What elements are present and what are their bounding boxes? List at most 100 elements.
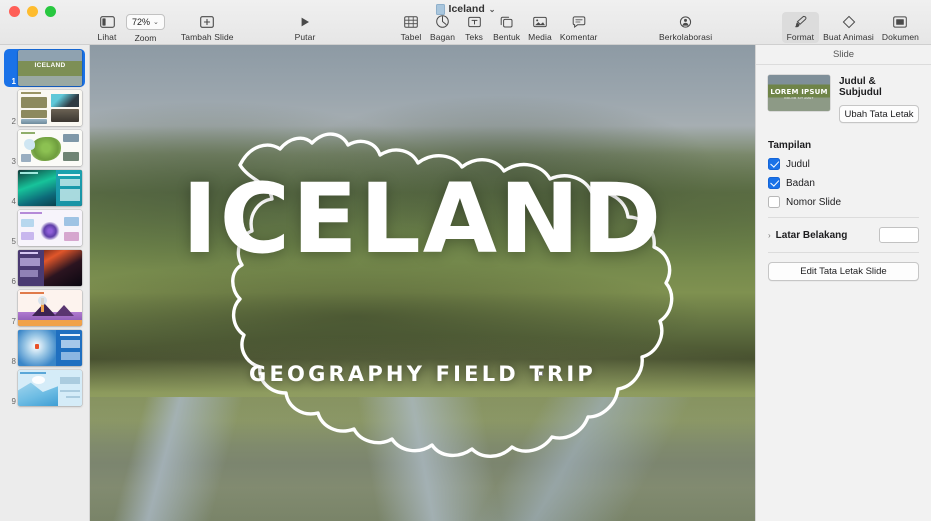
checkbox-nomor-slide-label: Nomor Slide <box>786 196 842 208</box>
checkbox-judul[interactable] <box>768 158 780 170</box>
toolbar-left-group: Lihat 72% ⌄ Zoom Tambah Slide <box>92 14 238 43</box>
slide-thumbnail-image <box>18 290 82 326</box>
slide-number: 6 <box>11 277 16 286</box>
divider <box>768 217 919 218</box>
zoom-popup[interactable]: 72% ⌄ <box>126 14 165 30</box>
appearance-option-judul[interactable]: Judul <box>768 158 919 170</box>
insert-comment-label: Komentar <box>559 32 598 42</box>
slide-thumbnail-9[interactable]: 9 <box>4 369 85 407</box>
document-button-label: Dokumen <box>881 32 919 42</box>
slide-number: 8 <box>11 357 16 366</box>
toolbar-right-group: Format Buat Animasi Dokumen <box>781 12 923 43</box>
slide-thumbnail-4[interactable]: 4 <box>4 169 85 207</box>
toolbar-collaborate-group: Berkolaborasi <box>655 14 716 42</box>
slide-content[interactable]: ICELAND GEOGRAPHY FIELD TRIP <box>90 45 755 521</box>
layout-preview-thumbnail[interactable]: LOREM IPSUM DOLOR SIT AMET <box>768 75 830 111</box>
add-slide-label: Tambah Slide <box>180 32 234 42</box>
view-button-label: Lihat <box>97 32 117 42</box>
appearance-option-nomor-slide[interactable]: Nomor Slide <box>768 196 919 208</box>
document-button[interactable]: Dokumen <box>878 14 923 42</box>
slide-number: 2 <box>11 117 16 126</box>
main-area: 1 2 3 <box>0 45 931 521</box>
selection-handle[interactable] <box>538 371 543 376</box>
insert-chart-button[interactable]: Bagan <box>426 14 459 42</box>
zoom-control[interactable]: 72% ⌄ Zoom <box>122 14 169 43</box>
checkbox-badan[interactable] <box>768 177 780 189</box>
slide-navigator[interactable]: 1 2 3 <box>0 45 90 521</box>
toolbar: Iceland ⌄ Lihat 72% ⌄ Zoom Tambah Slide … <box>0 0 931 45</box>
slide-title-text[interactable]: ICELAND <box>90 170 755 266</box>
collaborate-button[interactable]: Berkolaborasi <box>655 14 716 42</box>
inspector-tab-bar[interactable]: Slide <box>756 45 931 65</box>
document-icon <box>435 3 445 15</box>
animate-button[interactable]: Buat Animasi <box>819 14 878 42</box>
slide-thumbnail-image <box>18 210 82 246</box>
layout-thumb-subtitle: DOLOR SIT AMET <box>784 95 814 100</box>
chevron-right-icon[interactable]: › <box>768 231 771 240</box>
play-button[interactable]: Putar <box>290 14 320 42</box>
slide-thumbnail-7[interactable]: 7 <box>4 289 85 327</box>
divider <box>768 252 919 253</box>
table-icon <box>404 14 418 29</box>
slide-number: 1 <box>11 77 16 86</box>
zoom-label: Zoom <box>134 33 157 43</box>
slide-thumbnail-8[interactable]: 8 <box>4 329 85 367</box>
tab-slide[interactable]: Slide <box>833 49 854 60</box>
insert-media-button[interactable]: Media <box>524 14 556 42</box>
animate-diamond-icon <box>842 14 856 29</box>
format-button-label: Format <box>786 32 815 42</box>
view-button[interactable]: Lihat <box>92 14 122 42</box>
toolbar-play-group: Putar <box>290 14 320 42</box>
text-box-icon <box>467 14 481 29</box>
play-button-label: Putar <box>294 32 316 42</box>
comment-icon <box>572 14 586 29</box>
insert-shape-label: Bentuk <box>493 32 521 42</box>
chevron-down-icon: ⌄ <box>153 19 159 26</box>
checkbox-badan-label: Badan <box>786 177 815 189</box>
checkbox-nomor-slide[interactable] <box>768 196 780 208</box>
insert-text-button[interactable]: Teks <box>459 14 489 42</box>
edit-slide-layout-button[interactable]: Edit Tata Letak Slide <box>768 262 919 281</box>
insert-media-label: Media <box>528 32 552 42</box>
slide-thumbnail-2[interactable]: 2 <box>4 89 85 127</box>
slide-layout-row: LOREM IPSUM DOLOR SIT AMET Judul & Subju… <box>768 75 919 123</box>
insert-shape-button[interactable]: Bentuk <box>489 14 524 42</box>
insert-comment-button[interactable]: Komentar <box>556 14 602 42</box>
collaborate-person-icon <box>678 14 693 29</box>
shapes-icon <box>500 14 513 29</box>
background-row[interactable]: › Latar Belakang <box>768 227 919 243</box>
add-slide-button[interactable]: Tambah Slide <box>177 14 238 42</box>
chevron-down-icon: ⌄ <box>488 4 496 14</box>
insert-table-button[interactable]: Tabel <box>396 14 426 42</box>
insert-table-label: Tabel <box>400 32 422 42</box>
iceland-map-outline-icon <box>231 132 674 458</box>
background-label: Latar Belakang <box>775 229 848 241</box>
view-sidebar-icon <box>99 14 115 29</box>
checkbox-judul-label: Judul <box>786 158 810 170</box>
background-color-well[interactable] <box>879 227 919 243</box>
plus-box-icon <box>200 14 215 29</box>
change-layout-button[interactable]: Ubah Tata Letak <box>839 105 919 123</box>
slide-thumbnail-6[interactable]: 6 <box>4 249 85 287</box>
document-panel-icon <box>893 14 908 29</box>
zoom-value: 72% <box>132 17 151 27</box>
format-button[interactable]: Format <box>781 12 820 43</box>
play-icon <box>299 14 311 29</box>
toolbar-insert-group: Tabel Bagan Teks Bentuk Media Komentar <box>396 14 601 42</box>
slide-thumbnail-1[interactable]: 1 <box>4 49 85 87</box>
chart-icon <box>436 14 449 29</box>
slide-canvas[interactable]: ICELAND GEOGRAPHY FIELD TRIP <box>90 45 755 521</box>
slide-thumbnail-3[interactable]: 3 <box>4 129 85 167</box>
keynote-window: Iceland ⌄ Lihat 72% ⌄ Zoom Tambah Slide … <box>0 0 931 521</box>
inspector-body: LOREM IPSUM DOLOR SIT AMET Judul & Subju… <box>756 65 931 281</box>
slide-number: 5 <box>11 237 16 246</box>
slide-thumbnail-5[interactable]: 5 <box>4 209 85 247</box>
collaborate-label: Berkolaborasi <box>659 32 713 42</box>
appearance-option-badan[interactable]: Badan <box>768 177 919 189</box>
appearance-section-title: Tampilan <box>768 140 812 151</box>
slide-subtitle-text[interactable]: GEOGRAPHY FIELD TRIP <box>90 362 755 386</box>
insert-text-label: Teks <box>465 32 484 42</box>
slide-number: 9 <box>11 397 16 406</box>
animate-button-label: Buat Animasi <box>823 32 874 42</box>
layout-name-label: Judul & Subjudul <box>839 76 882 98</box>
